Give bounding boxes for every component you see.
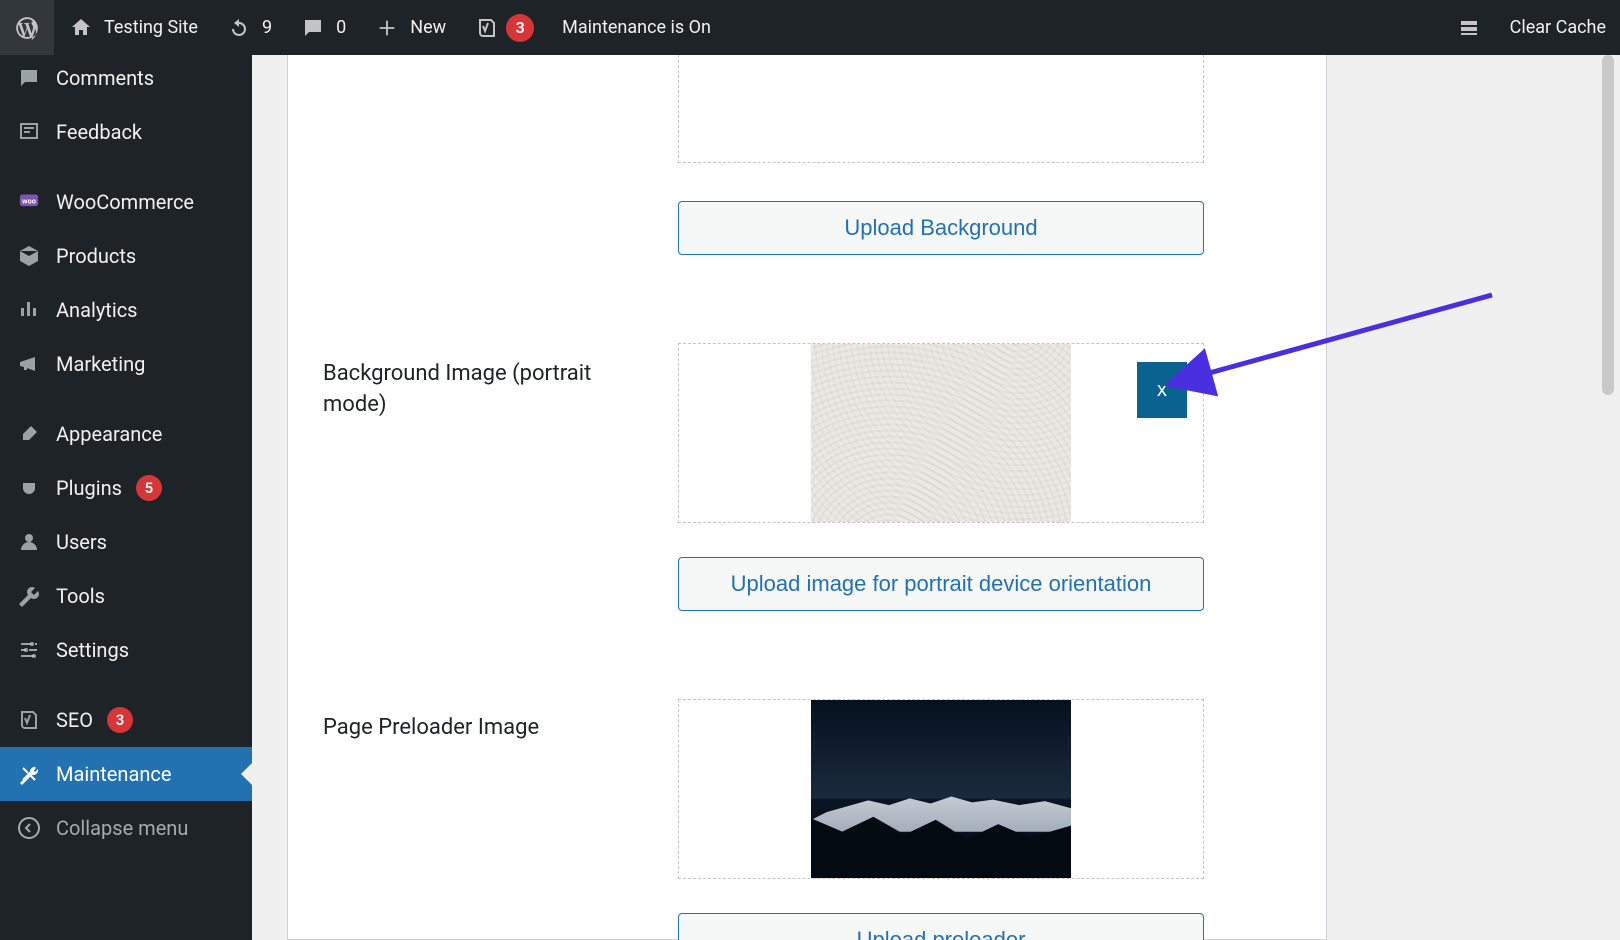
- site-name-label: Testing Site: [104, 17, 198, 38]
- content-area: Upload Background Background Image (port…: [252, 55, 1620, 940]
- preloader-label: Page Preloader Image: [323, 713, 633, 744]
- remove-portrait-image-button[interactable]: x: [1137, 362, 1187, 418]
- cache-icon: [1456, 15, 1482, 41]
- clear-cache-label: Clear Cache: [1510, 17, 1606, 38]
- upload-background-button[interactable]: Upload Background: [678, 201, 1204, 255]
- site-name-menu[interactable]: Testing Site: [54, 0, 212, 55]
- preloader-thumb: [811, 700, 1071, 878]
- admin-menu: Comments Feedback woo WooCommerce Produc…: [0, 55, 252, 940]
- updates-menu[interactable]: 9: [212, 0, 286, 55]
- settings-card: Upload Background Background Image (port…: [287, 55, 1327, 940]
- maintenance-status-label: Maintenance is On: [562, 17, 711, 38]
- maintenance-status[interactable]: Maintenance is On: [548, 0, 725, 55]
- background-image-preview: [678, 55, 1204, 163]
- comments-menu[interactable]: 0: [286, 0, 360, 55]
- menu-item-comments[interactable]: Comments: [0, 55, 252, 105]
- yoast-count: 3: [506, 14, 534, 42]
- menu-item-feedback[interactable]: Feedback: [0, 105, 252, 159]
- menu-item-products[interactable]: Products: [0, 229, 252, 283]
- menu-item-woocommerce[interactable]: woo WooCommerce: [0, 175, 252, 229]
- menu-label: Settings: [56, 638, 129, 662]
- menu-item-seo[interactable]: SEO 3: [0, 693, 252, 747]
- menu-label: WooCommerce: [56, 190, 194, 214]
- bg-portrait-preview: [678, 343, 1204, 523]
- menu-label: Maintenance: [56, 762, 171, 786]
- menu-item-plugins[interactable]: Plugins 5: [0, 461, 252, 515]
- new-content-menu[interactable]: New: [360, 0, 460, 55]
- bar-chart-icon: [16, 297, 42, 323]
- wp-logo-menu[interactable]: [0, 0, 54, 55]
- menu-item-users[interactable]: Users: [0, 515, 252, 569]
- vertical-scrollbar[interactable]: [1599, 55, 1617, 937]
- cache-menu[interactable]: [1442, 0, 1496, 55]
- wrench-icon: [16, 583, 42, 609]
- comment-icon: [300, 15, 326, 41]
- upload-preloader-button[interactable]: Upload preloader: [678, 913, 1204, 940]
- menu-label: Users: [56, 530, 107, 554]
- megaphone-icon: [16, 351, 42, 377]
- comment-icon: [16, 65, 42, 91]
- refresh-icon: [226, 15, 252, 41]
- user-icon: [16, 529, 42, 555]
- admin-toolbar: Testing Site 9 0 New 3 Maintenance is On…: [0, 0, 1620, 55]
- plus-icon: [374, 15, 400, 41]
- box-icon: [16, 243, 42, 269]
- menu-label: Products: [56, 244, 136, 268]
- home-icon: [68, 15, 94, 41]
- plug-icon: [16, 475, 42, 501]
- comments-count: 0: [336, 17, 346, 38]
- updates-count: 9: [262, 17, 272, 38]
- plugins-count-badge: 5: [136, 475, 162, 501]
- bg-portrait-thumb: [811, 344, 1071, 522]
- scrollbar-thumb[interactable]: [1602, 55, 1614, 395]
- preloader-preview: [678, 699, 1204, 879]
- menu-item-appearance[interactable]: Appearance: [0, 407, 252, 461]
- menu-item-settings[interactable]: Settings: [0, 623, 252, 677]
- paintbrush-icon: [16, 421, 42, 447]
- menu-item-tools[interactable]: Tools: [0, 569, 252, 623]
- collapse-label: Collapse menu: [56, 816, 188, 840]
- yoast-menu[interactable]: 3: [460, 0, 548, 55]
- menu-label: Appearance: [56, 422, 162, 446]
- yoast-icon: [16, 707, 42, 733]
- collapse-icon: [16, 815, 42, 841]
- collapse-menu-button[interactable]: Collapse menu: [0, 801, 252, 855]
- yoast-icon: [474, 15, 500, 41]
- menu-label: SEO: [56, 708, 93, 732]
- seo-count-badge: 3: [107, 707, 133, 733]
- clear-cache-button[interactable]: Clear Cache: [1496, 0, 1620, 55]
- menu-item-analytics[interactable]: Analytics: [0, 283, 252, 337]
- menu-label: Plugins: [56, 476, 122, 500]
- menu-item-maintenance[interactable]: Maintenance: [0, 747, 252, 801]
- wordpress-icon: [14, 15, 40, 41]
- background-image-thumb: [811, 55, 1071, 163]
- menu-label: Tools: [56, 584, 105, 608]
- menu-item-marketing[interactable]: Marketing: [0, 337, 252, 391]
- upload-portrait-button[interactable]: Upload image for portrait device orienta…: [678, 557, 1204, 611]
- menu-label: Analytics: [56, 298, 138, 322]
- menu-label: Comments: [56, 66, 154, 90]
- feedback-icon: [16, 119, 42, 145]
- tools-icon: [16, 761, 42, 787]
- woocommerce-icon: woo: [16, 189, 42, 215]
- menu-label: Marketing: [56, 352, 145, 376]
- svg-text:woo: woo: [22, 197, 36, 206]
- bg-portrait-label: Background Image (portrait mode): [323, 359, 633, 421]
- menu-label: Feedback: [56, 120, 142, 144]
- new-label: New: [410, 17, 446, 38]
- sliders-icon: [16, 637, 42, 663]
